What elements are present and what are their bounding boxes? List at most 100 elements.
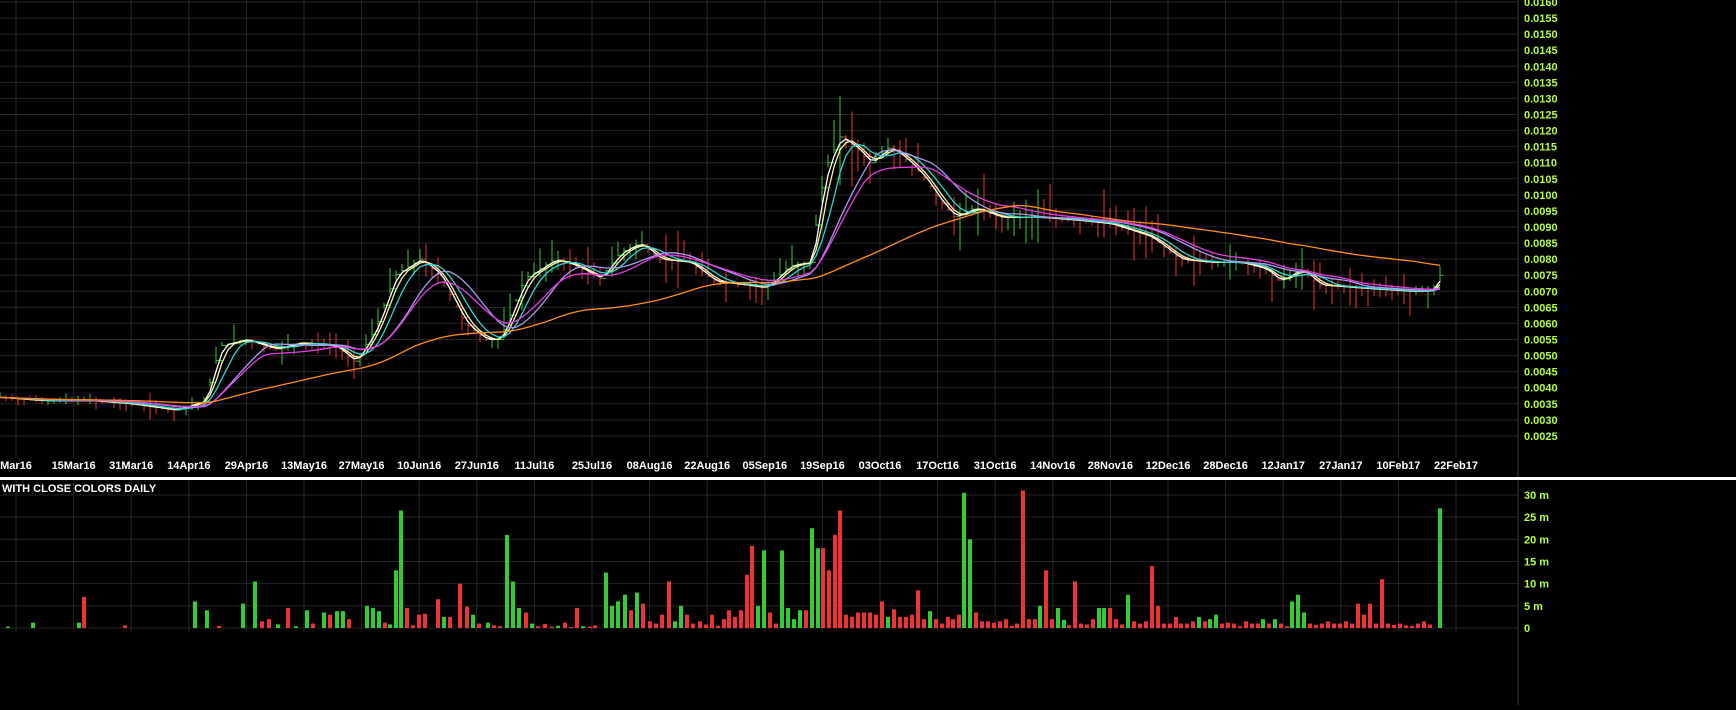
volume-bar (648, 621, 652, 628)
volume-bar (593, 625, 597, 628)
price-tick-label: 0.0160 (1524, 0, 1558, 9)
volume-bar (850, 616, 854, 628)
volume-bar (193, 601, 197, 628)
date-tick-label: 13May16 (281, 460, 327, 472)
volume-bar (1085, 624, 1089, 628)
price-tick-label: 0.0090 (1524, 222, 1558, 234)
volume-bar (31, 622, 35, 628)
volume-bar (750, 545, 754, 628)
volume-bar (1050, 619, 1054, 628)
volume-bar (1091, 619, 1095, 628)
volume-bar (968, 539, 972, 628)
stock-chart-svg[interactable]: 0.0160 0.0155 0.0150 0.0145 0.0140 0.0135 0.01… (0, 0, 1736, 705)
date-tick-label: 14Nov16 (1030, 460, 1075, 472)
date-tick-label: 12Jan17 (1261, 460, 1304, 472)
price-tick-label: 0.0100 (1524, 190, 1558, 202)
date-tick-label: 17Oct16 (916, 460, 959, 472)
volume-bar (341, 611, 345, 628)
volume-bar (1162, 623, 1166, 628)
panel-separator[interactable] (0, 477, 1736, 480)
volume-bar (1015, 623, 1019, 628)
volume-bar (1314, 624, 1318, 628)
volume-bar (928, 611, 932, 628)
volume-bar (1308, 623, 1312, 628)
volume-bar (886, 616, 890, 628)
volume-bar (1279, 623, 1283, 628)
volume-bar (335, 611, 339, 628)
volume-bar (641, 603, 645, 628)
volume-bar (399, 510, 403, 628)
volume-bar (1168, 623, 1172, 628)
volume-bar (1290, 601, 1294, 628)
volume-bar (838, 510, 842, 628)
date-tick-label: 22Aug16 (684, 460, 730, 472)
date-tick-label: 29Apr16 (225, 460, 268, 472)
volume-bar (774, 623, 778, 628)
volume-bar (505, 534, 509, 628)
volume-bar (465, 606, 469, 628)
volume-bar (798, 610, 802, 628)
volume-bar (786, 608, 790, 628)
volume-bar (417, 614, 421, 628)
price-tick-label: 0.0135 (1524, 77, 1558, 89)
date-tick-label: 19Sep16 (800, 460, 845, 472)
volume-bar (1150, 565, 1154, 628)
volume-bar (377, 611, 381, 628)
volume-bar (1220, 623, 1224, 628)
volume-bar (575, 608, 579, 628)
volume-bar (524, 612, 528, 628)
price-tick-label: 0.0085 (1524, 238, 1558, 250)
volume-bar (904, 616, 908, 628)
volume-bar (1273, 619, 1277, 628)
volume-bar (563, 622, 567, 628)
volume-bar (1250, 623, 1254, 628)
volume-tick-label: 20 m (1524, 534, 1549, 546)
volume-bar (1214, 614, 1218, 628)
volume-bar (980, 621, 984, 628)
volume-bar (827, 570, 831, 628)
price-tick-label: 0.0130 (1524, 93, 1558, 105)
volume-bar (1422, 621, 1426, 628)
volume-bar (691, 623, 695, 628)
volume-bar (1232, 623, 1236, 628)
volume-bar (1138, 623, 1142, 628)
volume-bar (388, 624, 392, 628)
volume-bar (1102, 608, 1106, 628)
date-tick-label: 28Dec16 (1203, 460, 1248, 472)
volume-bar (1174, 616, 1178, 628)
volume-bar (436, 599, 440, 628)
date-tick-label: 27Jun16 (455, 460, 499, 472)
volume-bar (1185, 623, 1189, 628)
price-tick-label: 0.0030 (1524, 415, 1558, 427)
volume-bar (1302, 612, 1306, 628)
volume-bar (962, 492, 966, 628)
volume-bar (1067, 625, 1071, 628)
date-tick-label: 25Jul16 (572, 460, 612, 472)
volume-bar (1350, 623, 1354, 628)
volume-bar (311, 623, 315, 628)
date-tick-label: 31Oct16 (974, 460, 1017, 472)
volume-bar (458, 583, 462, 628)
volume-bar (82, 596, 86, 628)
volume-bar (892, 609, 896, 628)
volume-bar (739, 610, 743, 628)
volume-bar (1156, 605, 1160, 628)
volume-bar (1132, 621, 1136, 628)
price-tick-label: 0.0075 (1524, 270, 1558, 282)
volume-bar (305, 610, 309, 628)
date-tick-label: 22Feb17 (1434, 460, 1478, 472)
volume-bar (951, 619, 955, 628)
volume-bar (1320, 623, 1324, 628)
volume-bar (623, 594, 627, 628)
volume-bar (1374, 623, 1378, 628)
volume-bar (1428, 624, 1432, 628)
volume-bar (1191, 621, 1195, 628)
volume-bar (581, 626, 585, 628)
volume-tick-label: 0 (1524, 623, 1530, 635)
price-tick-label: 0.0025 (1524, 431, 1558, 443)
volume-bar (946, 616, 950, 628)
date-tick-label: 10Feb17 (1376, 460, 1420, 472)
volume-bar (477, 623, 481, 628)
volume-bar (810, 528, 814, 628)
volume-bar (1056, 608, 1060, 628)
